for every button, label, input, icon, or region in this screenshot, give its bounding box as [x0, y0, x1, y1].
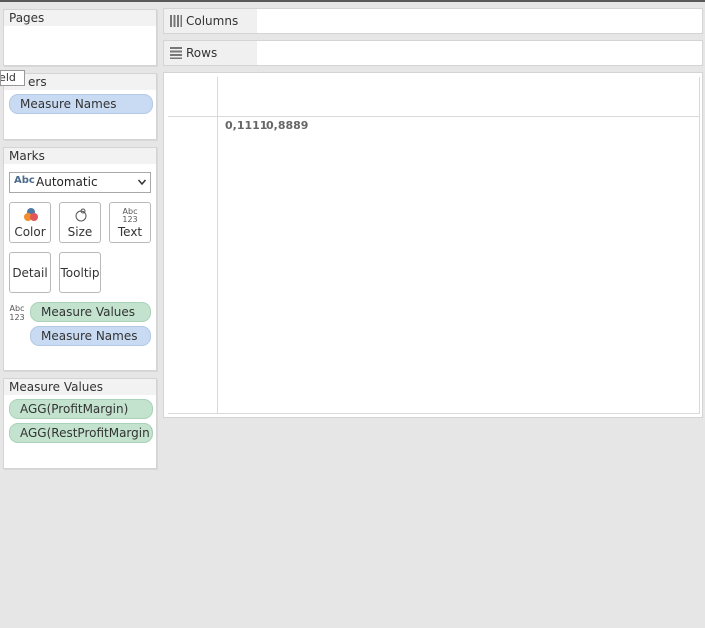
- pages-title: Pages: [4, 10, 156, 26]
- columns-shelf-header: Columns: [164, 9, 257, 33]
- filters-title-text: ers: [28, 75, 47, 89]
- right-divider: [699, 77, 700, 414]
- mark-type-value: Automatic: [36, 175, 98, 189]
- pages-card[interactable]: Pages: [3, 9, 157, 66]
- size-icon: [75, 208, 87, 222]
- mark-type-abc-icon: Abc: [14, 175, 35, 186]
- rows-label: Rows: [186, 46, 218, 60]
- rows-icon: [170, 47, 182, 59]
- columns-shelf[interactable]: Columns: [163, 8, 703, 34]
- text-icon-123: 123: [122, 215, 137, 224]
- filters-title: ers: [4, 74, 156, 90]
- tooltip-button[interactable]: Tooltip: [59, 252, 101, 293]
- cell-value-profit-margin[interactable]: 0,1111: [225, 119, 267, 132]
- size-button[interactable]: Size: [59, 202, 101, 243]
- text-field-icon: Abc 123: [9, 304, 25, 322]
- color-label: Color: [14, 225, 46, 239]
- rows-shelf-header: Rows: [164, 41, 257, 65]
- row-divider: [168, 116, 700, 117]
- measure-values-title: Measure Values: [4, 379, 156, 395]
- text-button[interactable]: Abc 123 Text: [109, 202, 151, 243]
- cell-value-rest-profit-margin[interactable]: 0,8889: [266, 119, 308, 132]
- color-icon: [24, 208, 38, 221]
- rows-shelf[interactable]: Rows: [163, 40, 703, 66]
- detail-button[interactable]: Detail: [9, 252, 51, 293]
- columns-icon: [170, 15, 182, 27]
- columns-label: Columns: [186, 14, 239, 28]
- mark-type-dropdown[interactable]: Abc Automatic: [9, 172, 151, 193]
- filter-pill-measure-names[interactable]: Measure Names: [9, 94, 153, 114]
- measure-values-card[interactable]: Measure Values AGG(ProfitMargin) AGG(Res…: [3, 378, 157, 469]
- measure-pill-rest-profit-margin[interactable]: AGG(RestProfitMargin): [9, 423, 153, 443]
- field-tooltip: ield: [0, 70, 25, 86]
- chevron-down-icon: [137, 179, 147, 186]
- view-canvas[interactable]: 0,1111 0,8889: [163, 72, 703, 418]
- detail-label: Detail: [12, 266, 48, 280]
- filters-card[interactable]: ers Measure Names: [3, 73, 157, 140]
- tooltip-label: Tooltip: [60, 266, 100, 280]
- size-label: Size: [67, 225, 93, 239]
- text-field-icon-123: 123: [9, 313, 24, 322]
- text-label: Text: [117, 225, 143, 239]
- color-button[interactable]: Color: [9, 202, 51, 243]
- text-icon: Abc 123: [122, 207, 137, 224]
- bottom-divider: [168, 413, 700, 414]
- marks-pill-measure-names[interactable]: Measure Names: [30, 326, 151, 346]
- text-field-icon-abc: Abc: [10, 304, 25, 313]
- top-border: [0, 0, 705, 2]
- marks-pill-measure-values[interactable]: Measure Values: [30, 302, 151, 322]
- measure-pill-profit-margin[interactable]: AGG(ProfitMargin): [9, 399, 153, 419]
- header-divider: [217, 77, 218, 413]
- marks-title: Marks: [4, 148, 156, 164]
